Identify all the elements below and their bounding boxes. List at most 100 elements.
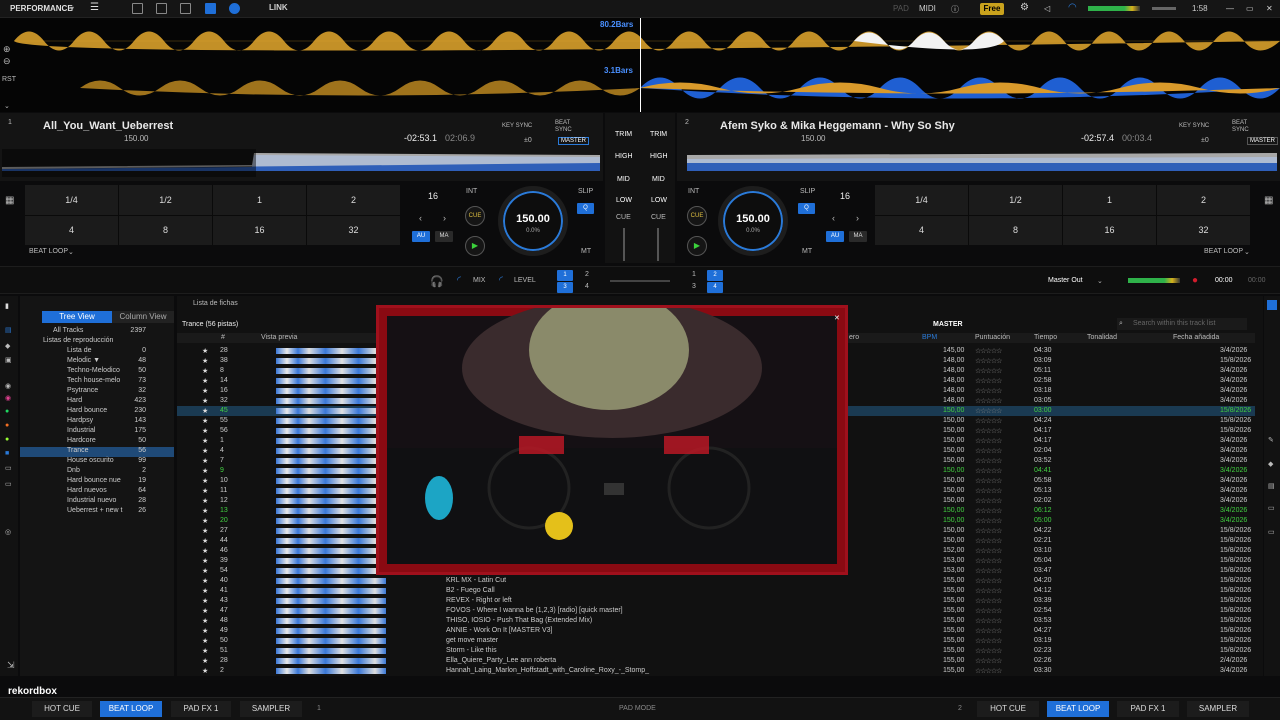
track-preview-waveform[interactable] [276,388,386,394]
deck2-hot-cue-tab[interactable]: HOT CUE [977,701,1039,717]
deck2-beat-loop-tab[interactable]: BEAT LOOP [1047,701,1109,717]
explorer-icon[interactable]: ◆ [5,342,10,350]
deck2-beat-loop-select[interactable]: BEAT LOOP [1204,248,1243,255]
track-preview-waveform[interactable] [276,558,386,564]
deck2-pad-4[interactable]: 2 [1157,185,1250,215]
grid-icon[interactable] [180,3,191,14]
favorite-star-icon[interactable]: ★ [202,357,208,365]
deck1-pad-8[interactable]: 32 [307,215,400,245]
headphone-mix-knob-icon[interactable]: ◜ [457,275,461,286]
track-preview-waveform[interactable] [276,628,386,634]
deck1-master-button[interactable]: MASTER [558,137,590,145]
deck2-sampler-tab[interactable]: SAMPLER [1187,701,1249,717]
favorite-star-icon[interactable]: ★ [202,637,208,645]
track-preview-waveform[interactable] [276,648,386,654]
deck1-quantize-button[interactable]: Q [577,203,594,214]
ch1-fader[interactable] [623,228,625,261]
tree-item[interactable]: Melodic ▼ 48 [20,357,174,367]
search-input[interactable]: Search within this track list [1117,318,1247,330]
headphone-level-knob-icon[interactable]: ◜ [499,275,503,286]
tree-item[interactable]: Ueberrest + new t 26 [20,507,174,517]
crossfader[interactable] [610,280,670,282]
enlarged-waveform-area[interactable]: ⊕ ⊖ RST ⌄ 80.2Bars 3.1Bars [0,18,1280,112]
track-row[interactable]: ★ 41 B2 - Fuego Call 155,00 ☆☆☆☆☆ 04:12 15/8/2… [177,586,1255,596]
track-preview-waveform[interactable] [276,418,386,424]
mixer-icon[interactable] [205,3,216,14]
favorite-star-icon[interactable]: ★ [202,487,208,495]
track-preview-waveform[interactable] [276,368,386,374]
rating-stars[interactable]: ☆☆☆☆☆ [975,647,1002,655]
ch1-cue-button[interactable]: CUE [616,214,631,221]
track-row[interactable]: ★ 49 ANNIE - Work On It [MASTER V3] 155,00 ☆… [177,626,1255,636]
maximize-button[interactable]: ▭ [1246,4,1254,13]
tree-item-selected[interactable]: Trance 56 [20,447,174,457]
deck1-pad-fx-tab[interactable]: PAD FX 1 [171,701,231,717]
deck2-play-button[interactable]: ▶ [687,236,707,256]
deck1-int-button[interactable]: INT [466,188,477,195]
waveform-collapse-icon[interactable]: ⌄ [4,102,10,110]
deck1-pad-7[interactable]: 16 [213,215,306,245]
deck2-pad-grid-icon[interactable]: ▦ [1264,195,1273,206]
track-preview-waveform[interactable] [276,398,386,404]
col-rating-header[interactable]: Puntuación [975,334,1010,341]
column-view-tab[interactable]: Column View [112,311,174,323]
track-preview-waveform[interactable] [276,548,386,554]
favorite-star-icon[interactable]: ★ [202,447,208,455]
rating-stars[interactable]: ☆☆☆☆☆ [975,357,1002,365]
rating-stars[interactable]: ☆☆☆☆☆ [975,627,1002,635]
tree-item[interactable]: Hard 423 [20,397,174,407]
reset-zoom-button[interactable]: RST [2,76,16,83]
favorite-star-icon[interactable]: ★ [202,347,208,355]
track-preview-waveform[interactable] [276,528,386,534]
favorite-star-icon[interactable]: ★ [202,417,208,425]
favorite-star-icon[interactable]: ★ [202,537,208,545]
favorite-star-icon[interactable]: ★ [202,397,208,405]
track-preview-waveform[interactable] [276,358,386,364]
deck2-ma-button[interactable]: MA [849,231,867,242]
deck1-pad-4[interactable]: 2 [307,185,400,215]
track-preview-waveform[interactable] [276,498,386,504]
ch1-assign-3[interactable]: 3 [557,282,573,293]
favorite-star-icon[interactable]: ★ [202,367,208,375]
track-preview-waveform[interactable] [276,578,386,584]
deck1-play-button[interactable]: ▶ [465,236,485,256]
track-preview-waveform[interactable] [276,408,386,414]
history-icon[interactable]: ▣ [5,356,12,364]
rating-stars[interactable]: ☆☆☆☆☆ [975,517,1002,525]
ch2-assign-4[interactable]: 4 [707,282,723,293]
sampler-library-icon[interactable]: ◎ [5,528,11,536]
track-row[interactable]: ★ 43 REVEX - Right or left 155,00 ☆☆☆☆☆ 03:39… [177,596,1255,606]
deck2-beat-loop-chevron-icon[interactable]: ⌄ [1244,248,1250,256]
master-out-select[interactable]: Master Out [1048,277,1083,284]
rating-stars[interactable]: ☆☆☆☆☆ [975,597,1002,605]
zoom-in-icon[interactable]: ⊕ [3,44,11,55]
track-preview-waveform[interactable] [276,608,386,614]
ch2-assign-1[interactable]: 1 [692,271,696,278]
deck2-overview-waveform[interactable] [687,149,1277,177]
track-row[interactable]: ★ 2 Hannah_Laing_Marlon_Hoffstadt_with_Car… [177,666,1255,676]
track-preview-waveform[interactable] [276,448,386,454]
rating-stars[interactable]: ☆☆☆☆☆ [975,547,1002,555]
related-tracks-icon[interactable]: ✎ [1268,436,1274,444]
info-panel-icon[interactable]: ▭ [1268,528,1275,536]
deck2-slip-button[interactable]: SLIP [800,188,815,195]
tree-playlists-folder[interactable]: Listas de reproducción [20,337,174,347]
tree-item[interactable]: Industrial 175 [20,427,174,437]
track-preview-waveform[interactable] [276,438,386,444]
track-row[interactable]: ★ 51 Storm - Like this 155,00 ☆☆☆☆☆ 02:23 15/8… [177,646,1255,656]
rating-stars[interactable]: ☆☆☆☆☆ [975,607,1002,615]
beatport-icon[interactable]: ● [5,436,9,443]
deck2-pad-5[interactable]: 4 [875,215,968,245]
favorite-star-icon[interactable]: ★ [202,667,208,675]
tidal-icon[interactable]: ■ [5,450,9,457]
tree-item[interactable]: Psytrance 32 [20,387,174,397]
favorite-star-icon[interactable]: ★ [202,497,208,505]
mode-chevron-icon[interactable]: ▾ [70,4,74,13]
deck1-hot-cue-tab[interactable]: HOT CUE [32,701,92,717]
rating-stars[interactable]: ☆☆☆☆☆ [975,417,1002,425]
backup-icon[interactable]: ▭ [5,480,12,488]
favorite-star-icon[interactable]: ★ [202,587,208,595]
playlist-icon[interactable]: ▤ [5,326,12,334]
tree-item[interactable]: Dnb 2 [20,467,174,477]
track-preview-waveform[interactable] [276,658,386,664]
